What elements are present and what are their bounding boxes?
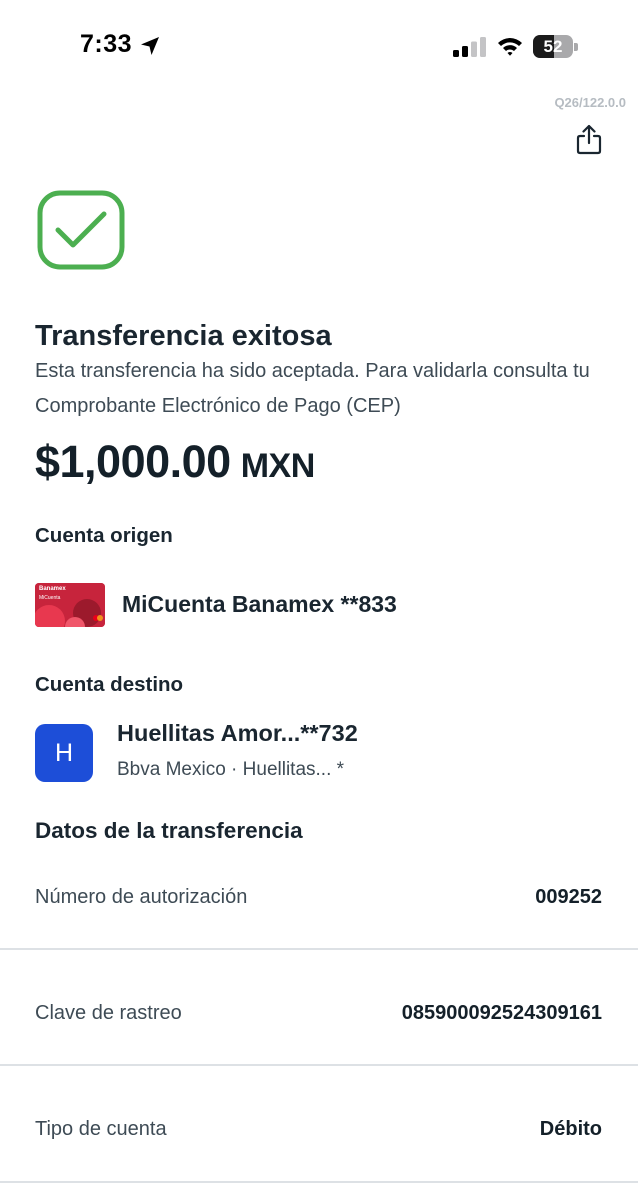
tracking-key-value: 085900092524309161 xyxy=(401,1002,602,1024)
divider xyxy=(0,948,638,950)
amount-value: $1,000.00 xyxy=(35,436,231,487)
page-title: Transferencia exitosa xyxy=(35,320,332,352)
card-brand: Banamex xyxy=(39,586,66,592)
account-type-label: Tipo de cuenta xyxy=(35,1118,167,1140)
avatar: H xyxy=(35,724,93,782)
status-time: 7:33 xyxy=(80,30,133,58)
tracking-key-label: Clave de rastreo xyxy=(35,1002,182,1024)
divider xyxy=(0,1064,638,1066)
destination-label: Cuenta destino xyxy=(35,673,184,696)
card-thumbnail: Banamex MiCuenta xyxy=(35,583,105,627)
cellular-signal-icon xyxy=(453,37,486,57)
result-description: Esta transferencia ha sido aceptada. Par… xyxy=(35,360,590,417)
location-arrow-icon xyxy=(141,37,159,55)
share-icon[interactable] xyxy=(575,123,603,155)
amount-currency: MXN xyxy=(240,447,316,485)
battery-icon: 52 xyxy=(533,35,579,58)
card-product: MiCuenta xyxy=(39,595,61,601)
transfer-data-title: Datos de la transferencia xyxy=(35,818,303,843)
wifi-icon xyxy=(498,38,522,56)
origin-label: Cuenta origen xyxy=(35,524,173,547)
app-version: Q26/122.0.0 xyxy=(554,95,626,110)
transfer-amount: $1,000.00 MXN xyxy=(35,436,315,488)
origin-account-name: MiCuenta Banamex **833 xyxy=(122,591,397,617)
account-type-value: Débito xyxy=(539,1118,602,1140)
battery-percent: 52 xyxy=(543,37,563,56)
destination-name: Huellitas Amor...**732 xyxy=(117,720,358,746)
divider xyxy=(0,1181,638,1183)
authorization-number-label: Número de autorización xyxy=(35,886,248,908)
authorization-number-value: 009252 xyxy=(535,886,602,908)
success-check-icon xyxy=(37,190,125,270)
destination-detail: Bbva Mexico · Huellitas... * xyxy=(117,759,345,780)
